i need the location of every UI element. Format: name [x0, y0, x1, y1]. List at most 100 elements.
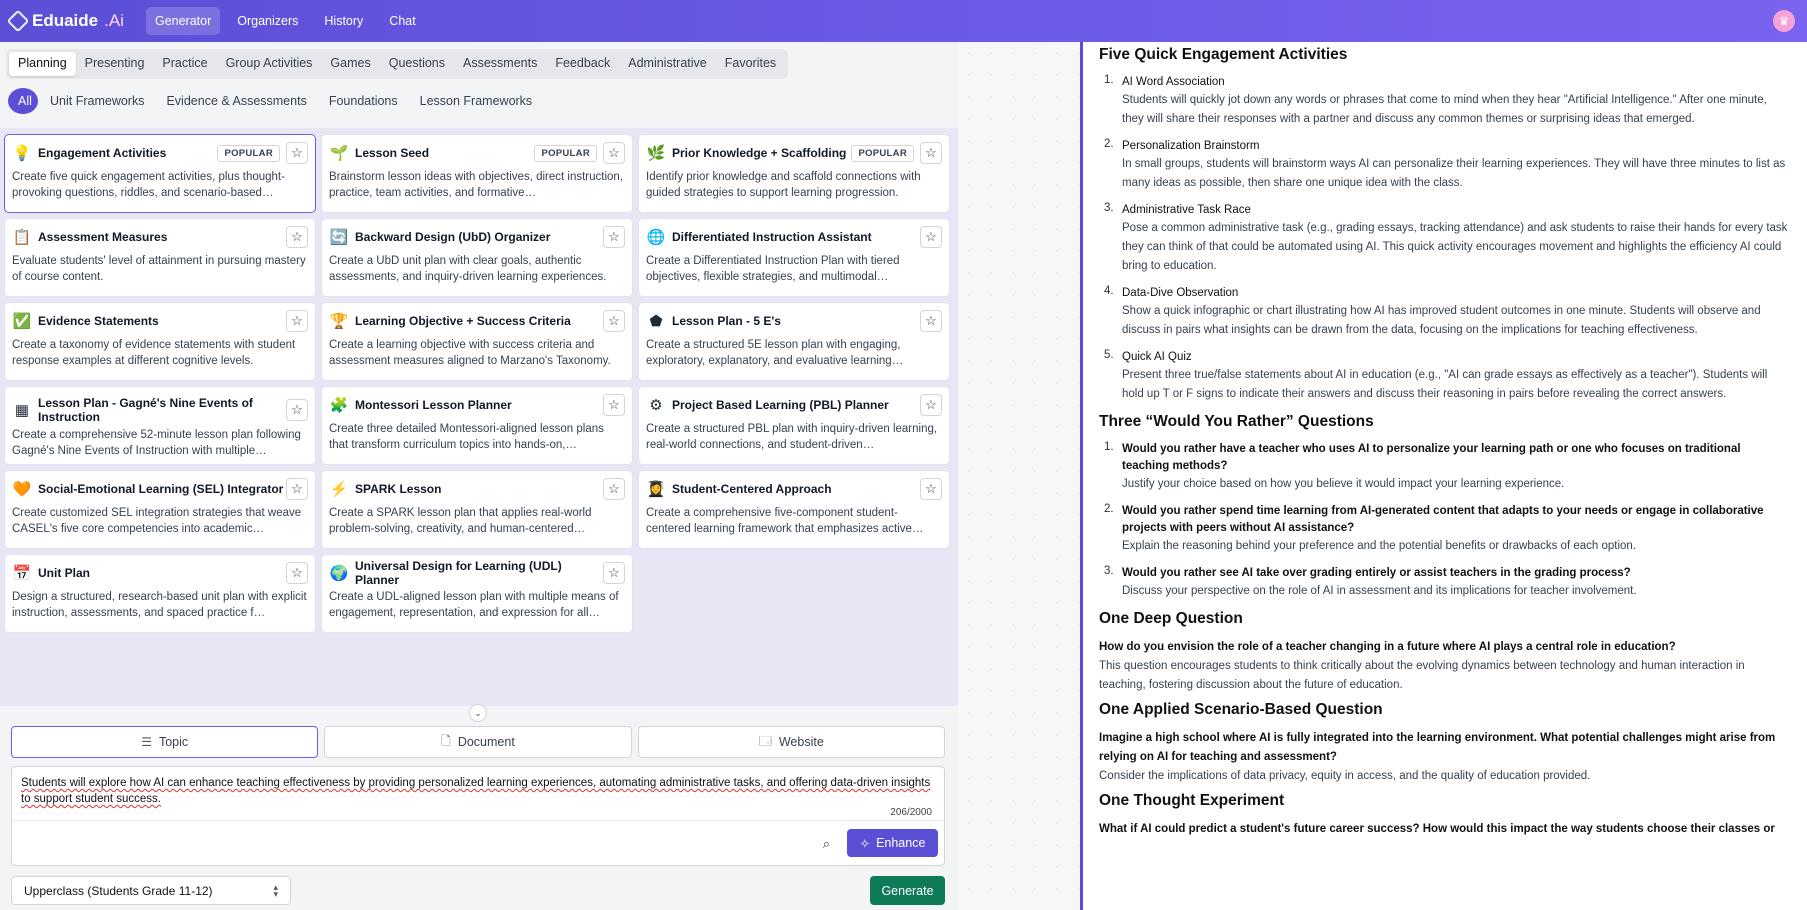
favorite-star-icon[interactable]: ☆ — [920, 142, 942, 164]
tool-card[interactable]: ⚙ Project Based Learning (PBL) Planner ☆ Cr… — [638, 386, 950, 465]
tool-card[interactable]: 🌍 Universal Design for Learning (UDL) Pla… — [321, 554, 633, 633]
tool-card[interactable]: ⬟ Lesson Plan - 5 E's ☆ Create a structured… — [638, 302, 950, 381]
nav-chat[interactable]: Chat — [380, 7, 424, 35]
list-content: Quick AI Quiz Present three true/false st… — [1122, 349, 1791, 404]
favorite-star-icon[interactable]: ☆ — [286, 226, 308, 248]
enhance-label: Enhance — [876, 836, 926, 850]
favorite-star-icon[interactable]: ☆ — [603, 142, 625, 164]
tab-assessments[interactable]: Assessments — [454, 52, 546, 76]
tab-presenting[interactable]: Presenting — [76, 52, 154, 76]
tab-games[interactable]: Games — [321, 52, 379, 76]
generate-button[interactable]: Generate — [870, 876, 945, 905]
enhance-button[interactable]: ✧ Enhance — [847, 829, 938, 857]
tool-grid: 💡 Engagement Activities POPULAR ☆ Create fiv… — [0, 128, 958, 706]
subtab-foundations[interactable]: Foundations — [319, 88, 408, 114]
lightning-icon: ⚡ — [329, 481, 349, 498]
search-icon[interactable]: ⌕ — [823, 836, 830, 852]
tool-card-header: ⚡ SPARK Lesson ☆ — [329, 478, 625, 500]
favorite-star-icon[interactable]: ☆ — [603, 478, 625, 500]
subtab-unit-frameworks[interactable]: Unit Frameworks — [40, 88, 154, 114]
topic-text[interactable]: Students will explore how AI can enhance… — [21, 775, 932, 807]
tool-card[interactable]: 🌱 Lesson Seed POPULAR ☆ Brainstorm lesson id… — [321, 134, 633, 213]
tool-card[interactable]: 📋 Assessment Measures ☆ Evaluate students' … — [4, 218, 316, 297]
list-item-body: Present three true/false statements abou… — [1122, 369, 1768, 400]
heart-sun-icon: 🧡 — [12, 481, 32, 498]
tool-card-header: ▦ Lesson Plan - Gagné's Nine Events of In… — [12, 395, 308, 425]
tool-card-description: Create a taxonomy of evidence statements… — [12, 339, 296, 367]
tab-practice[interactable]: Practice — [153, 52, 216, 76]
heading-thought-experiment: One Thought Experiment — [1099, 792, 1285, 809]
subtab-lesson-frameworks[interactable]: Lesson Frameworks — [410, 88, 543, 114]
subtab-evidence-assessments[interactable]: Evidence & Assessments — [156, 88, 316, 114]
tool-card[interactable]: ⚡ SPARK Lesson ☆ Create a SPARK lesson plan… — [321, 470, 633, 549]
collapse-chevron-icon[interactable]: ⌄ — [469, 704, 487, 722]
list-item: 5. Quick AI Quiz Present three true/false … — [1104, 349, 1791, 404]
tab-document[interactable]: 🗋 Document — [324, 726, 632, 758]
tool-card[interactable]: 📅 Unit Plan ☆ Design a structured, research… — [4, 554, 316, 633]
favorite-star-icon[interactable]: ☆ — [286, 562, 308, 584]
tab-topic[interactable]: ☰ Topic — [11, 726, 319, 758]
tool-card[interactable]: ✅ Evidence Statements ☆ Create a taxonomy o… — [4, 302, 316, 381]
favorite-star-icon[interactable]: ☆ — [286, 399, 308, 421]
tool-card-title: Montessori Lesson Planner — [355, 398, 512, 412]
tab-website-label: Website — [778, 735, 824, 749]
list-item-title: Would you rather have a teacher who uses… — [1122, 443, 1741, 472]
tool-card[interactable]: 🌿 Prior Knowledge + Scaffolding POPULAR ☆ Id… — [638, 134, 950, 213]
applied-question: Imagine a high school where AI is fully … — [1099, 732, 1776, 763]
plant-icon: 🌿 — [646, 145, 666, 162]
tool-card-header: 🌱 Lesson Seed POPULAR ☆ — [329, 142, 625, 164]
favorite-star-icon[interactable]: ☆ — [920, 478, 942, 500]
tool-card[interactable]: ▦ Lesson Plan - Gagné's Nine Events of In… — [4, 386, 316, 465]
favorite-star-icon[interactable]: ☆ — [603, 226, 625, 248]
tool-card-description: Create a comprehensive 52-minute lesson … — [12, 429, 301, 457]
favorite-star-icon[interactable]: ☆ — [286, 478, 308, 500]
divider — [12, 820, 944, 821]
tool-card-header: 🧩 Montessori Lesson Planner ☆ — [329, 394, 625, 416]
sparkle-icon: ✧ — [859, 836, 871, 851]
list-item-title: AI Word Association — [1122, 76, 1225, 88]
tool-card[interactable]: 🧩 Montessori Lesson Planner ☆ Create three … — [321, 386, 633, 465]
tool-card-title: Social-Emotional Learning (SEL) Integrat… — [38, 482, 284, 496]
nav-generator[interactable]: Generator — [145, 7, 221, 35]
subcategory-tabs: All Unit Frameworks Evidence & Assessmen… — [8, 88, 542, 114]
list-item-title: Quick AI Quiz — [1122, 351, 1192, 363]
tool-card-header: 🧡 Social-Emotional Learning (SEL) Integra… — [12, 478, 308, 500]
grade-level-select[interactable]: Upperclass (Students Grade 11-12) ▴ ▾ — [11, 876, 291, 905]
top-navbar: Eduaide .Ai Generator Organizers History … — [0, 0, 1807, 42]
favorite-star-icon[interactable]: ☆ — [920, 310, 942, 332]
favorite-star-icon[interactable]: ☆ — [286, 142, 308, 164]
clipboard-icon: 📋 — [12, 229, 32, 246]
favorite-star-icon[interactable]: ☆ — [920, 226, 942, 248]
grid-icon: ▦ — [14, 402, 30, 419]
nav-history[interactable]: History — [315, 7, 372, 35]
pentagon-icon: ⬟ — [649, 313, 663, 330]
app-logo[interactable]: Eduaide .Ai — [6, 9, 124, 33]
list-item: 3. Administrative Task Race Pose a common … — [1104, 202, 1791, 276]
tab-favorites[interactable]: Favorites — [716, 52, 785, 76]
favorite-star-icon[interactable]: ☆ — [920, 394, 942, 416]
tool-card[interactable]: 🌐 Differentiated Instruction Assistant ☆ Cr… — [638, 218, 950, 297]
tool-card[interactable]: 🧡 Social-Emotional Learning (SEL) Integra… — [4, 470, 316, 549]
favorite-star-icon[interactable]: ☆ — [603, 562, 625, 584]
tool-card-description: Create a learning objective with success… — [329, 339, 611, 367]
list-item-body: Justify your choice based on how you bel… — [1122, 478, 1565, 490]
tool-card[interactable]: 🔄 Backward Design (UbD) Organizer ☆ Create … — [321, 218, 633, 297]
tab-feedback[interactable]: Feedback — [546, 52, 619, 76]
topic-textarea[interactable]: Students will explore how AI can enhance… — [11, 766, 945, 866]
favorite-star-icon[interactable]: ☆ — [603, 310, 625, 332]
subtab-all[interactable]: All — [8, 88, 38, 114]
favorite-star-icon[interactable]: ☆ — [286, 310, 308, 332]
crown-icon[interactable]: ♛ — [1773, 10, 1795, 32]
tool-card[interactable]: 🏆 Learning Objective + Success Criteria ☆ C… — [321, 302, 633, 381]
tab-website[interactable]: 🗔 Website — [637, 726, 945, 758]
tool-card[interactable]: 👩‍🎓 Student-Centered Approach ☆ Create a co… — [638, 470, 950, 549]
tab-document-label: Document — [457, 735, 515, 749]
tab-group-activities[interactable]: Group Activities — [217, 52, 322, 76]
generator-panel: Planning Presenting Practice Group Activ… — [0, 42, 958, 910]
tool-card[interactable]: 💡 Engagement Activities POPULAR ☆ Create fiv… — [4, 134, 316, 213]
tab-administrative[interactable]: Administrative — [619, 52, 716, 76]
tab-planning[interactable]: Planning — [9, 52, 76, 76]
tab-questions[interactable]: Questions — [380, 52, 454, 76]
favorite-star-icon[interactable]: ☆ — [603, 394, 625, 416]
nav-organizers[interactable]: Organizers — [228, 7, 307, 35]
